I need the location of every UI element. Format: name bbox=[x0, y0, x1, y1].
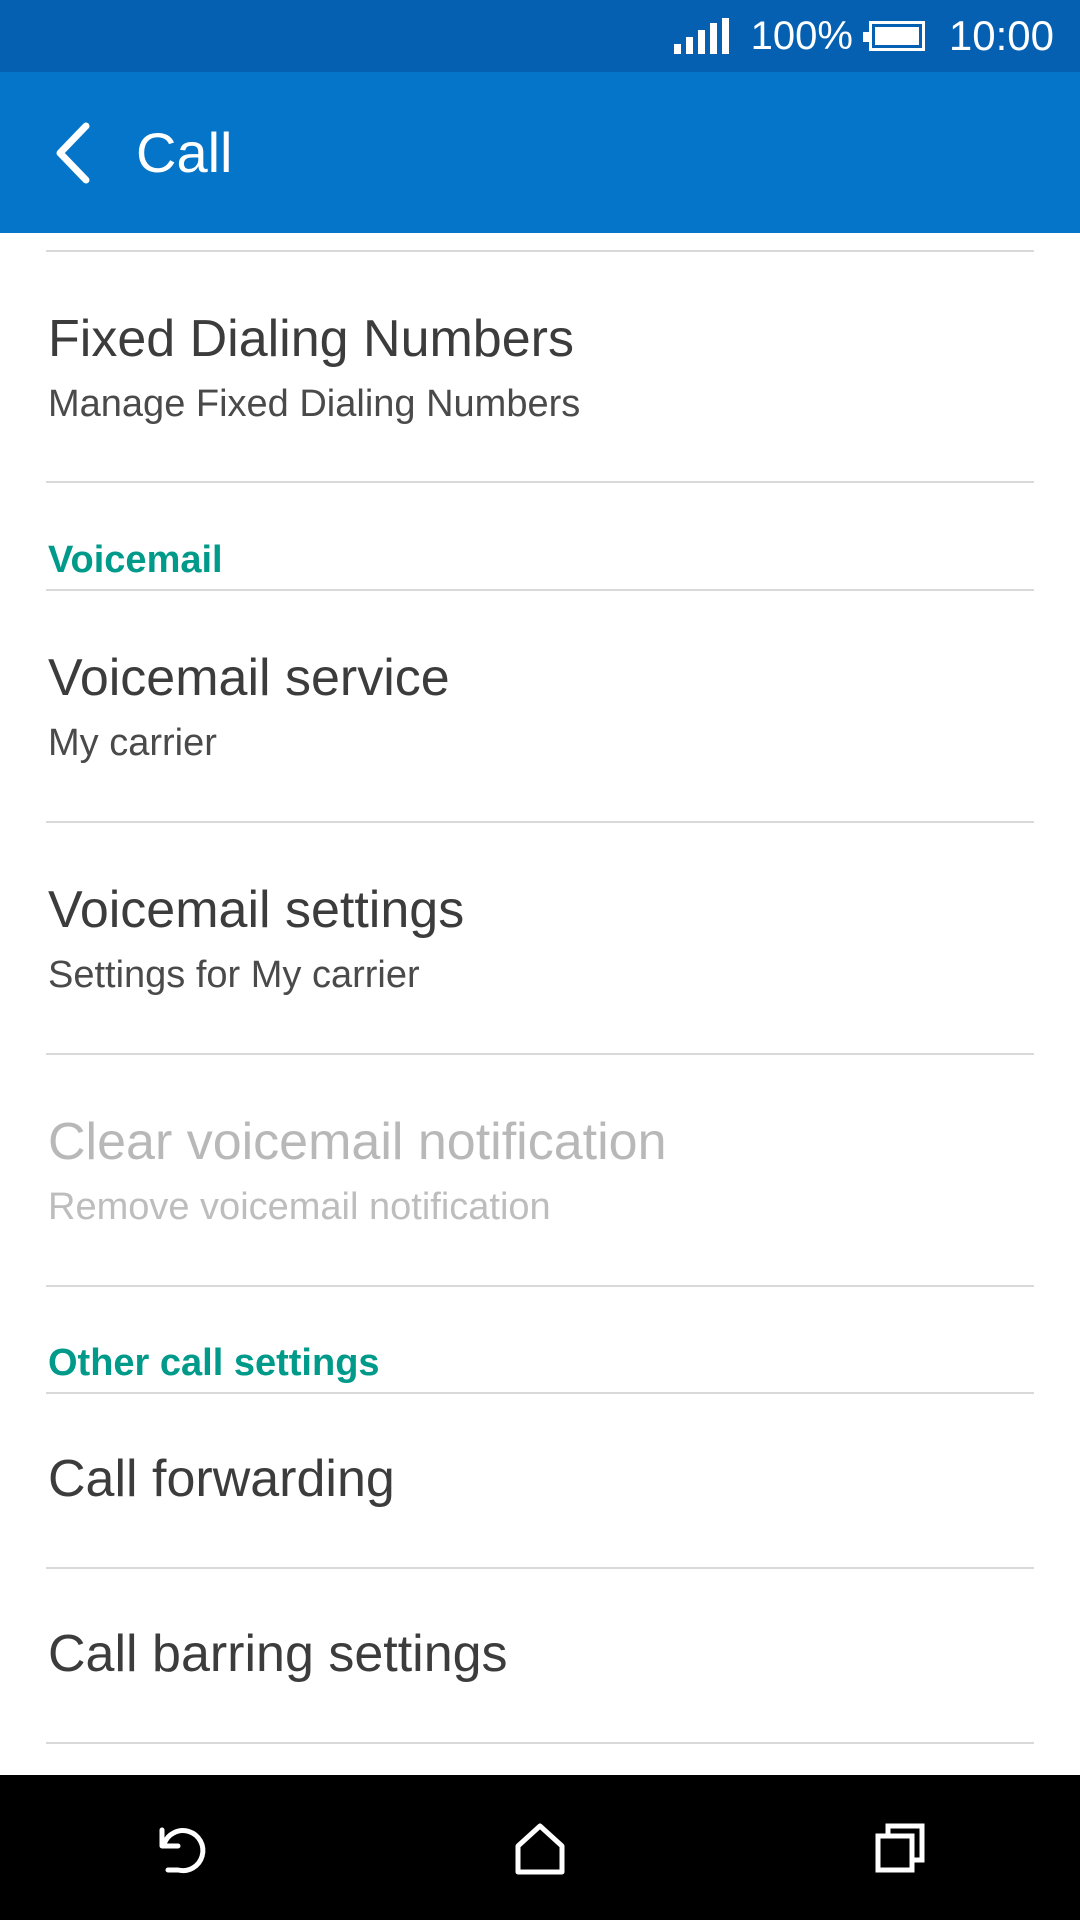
call-settings-screen: 100% 10:00 Call Fixed Dialing Numbers Ma… bbox=[0, 0, 1080, 1920]
divider bbox=[46, 481, 1034, 483]
item-title: Fixed Dialing Numbers bbox=[48, 310, 574, 368]
battery-full-icon bbox=[862, 21, 925, 51]
nav-back-button[interactable] bbox=[100, 1775, 260, 1920]
settings-list[interactable]: Fixed Dialing Numbers Manage Fixed Diali… bbox=[0, 233, 1080, 1775]
divider bbox=[46, 821, 1034, 823]
call-forwarding-item[interactable]: Call forwarding bbox=[48, 1450, 1028, 1508]
nav-home-button[interactable] bbox=[460, 1775, 620, 1920]
item-summary: Manage Fixed Dialing Numbers bbox=[48, 383, 581, 426]
divider bbox=[46, 1567, 1034, 1569]
home-icon bbox=[515, 1823, 565, 1874]
call-barring-settings-item[interactable]: Call barring settings bbox=[48, 1625, 1028, 1683]
nav-recents-button[interactable] bbox=[820, 1775, 980, 1920]
divider bbox=[46, 589, 1034, 591]
navigation-bar bbox=[0, 1775, 1080, 1920]
divider bbox=[46, 1285, 1034, 1287]
divider bbox=[46, 1053, 1034, 1055]
section-header-voicemail: Voicemail bbox=[48, 539, 223, 581]
item-title: Call barring settings bbox=[48, 1625, 508, 1683]
item-summary: Settings for My carrier bbox=[48, 954, 420, 997]
page-title: Call bbox=[136, 121, 233, 184]
clear-voicemail-notification-item: Clear voicemail notification Remove voic… bbox=[48, 1113, 1028, 1229]
section-header-other-call-settings: Other call settings bbox=[48, 1342, 380, 1384]
battery-percentage: 100% bbox=[750, 13, 853, 58]
voicemail-service-item[interactable]: Voicemail service My carrier bbox=[48, 649, 1028, 765]
status-bar: 100% 10:00 bbox=[0, 0, 1080, 72]
back-button[interactable] bbox=[18, 72, 128, 233]
item-title: Voicemail settings bbox=[48, 881, 465, 939]
divider bbox=[46, 1392, 1034, 1394]
item-title: Clear voicemail notification bbox=[48, 1113, 667, 1171]
back-arrow-icon bbox=[159, 1827, 206, 1873]
clock: 10:00 bbox=[948, 12, 1054, 59]
chevron-left-icon bbox=[56, 122, 90, 183]
item-summary: Remove voicemail notification bbox=[48, 1186, 551, 1229]
divider bbox=[46, 250, 1034, 252]
recent-apps-icon bbox=[875, 1823, 925, 1872]
cellular-signal-icon bbox=[673, 18, 729, 54]
item-summary: My carrier bbox=[48, 722, 217, 765]
item-title: Voicemail service bbox=[48, 649, 450, 707]
app-bar: Call bbox=[0, 72, 1080, 233]
voicemail-settings-item[interactable]: Voicemail settings Settings for My carri… bbox=[48, 881, 1028, 997]
item-title: Call forwarding bbox=[48, 1450, 395, 1508]
fixed-dialing-numbers-item[interactable]: Fixed Dialing Numbers Manage Fixed Diali… bbox=[48, 310, 1028, 426]
divider bbox=[46, 1742, 1034, 1744]
